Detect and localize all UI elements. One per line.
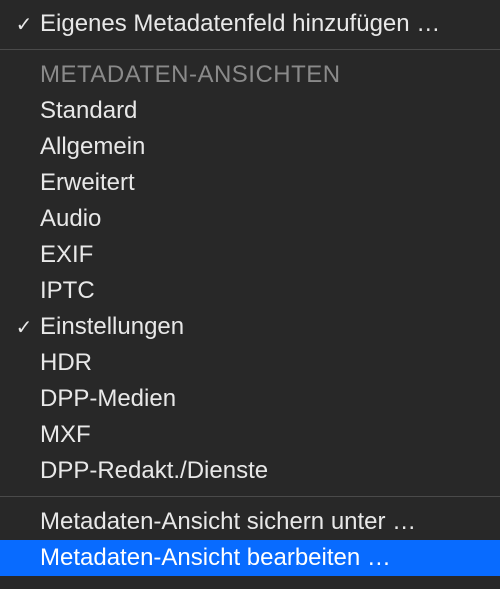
menu-item-view-mxf[interactable]: MXF xyxy=(0,417,500,453)
menu-item-save-view-as[interactable]: Metadaten-Ansicht sichern unter … xyxy=(0,504,500,540)
menu-item-view-exif[interactable]: EXIF xyxy=(0,237,500,273)
menu-item-view-dpp-redakt[interactable]: DPP-Redakt./Dienste xyxy=(0,453,500,489)
menu-item-view-hdr[interactable]: HDR xyxy=(0,345,500,381)
menu-item-label: MXF xyxy=(40,421,91,449)
menu-item-label: DPP-Medien xyxy=(40,385,176,413)
menu-item-label: Audio xyxy=(40,205,101,233)
menu-item-label: EXIF xyxy=(40,241,93,269)
section-header-metadata-views: METADATEN-ANSICHTEN xyxy=(0,57,500,93)
checkmark-icon: ✓ xyxy=(8,315,40,340)
section-header-label: METADATEN-ANSICHTEN xyxy=(40,61,341,89)
menu-item-label: Erweitert xyxy=(40,169,135,197)
menu-item-view-dpp-medien[interactable]: DPP-Medien xyxy=(0,381,500,417)
menu-item-label: Allgemein xyxy=(40,133,145,161)
menu-item-label: Metadaten-Ansicht bearbeiten … xyxy=(40,544,391,572)
menu-item-view-audio[interactable]: Audio xyxy=(0,201,500,237)
menu-item-view-einstellungen[interactable]: ✓ Einstellungen xyxy=(0,309,500,345)
menu-item-label: IPTC xyxy=(40,277,95,305)
menu-item-label: Metadaten-Ansicht sichern unter … xyxy=(40,508,416,536)
menu-item-view-allgemein[interactable]: Allgemein xyxy=(0,129,500,165)
menu-item-view-iptc[interactable]: IPTC xyxy=(0,273,500,309)
menu-item-label: Einstellungen xyxy=(40,313,184,341)
menu-item-label: Eigenes Metadatenfeld hinzufügen … xyxy=(40,10,440,38)
checkmark-icon: ✓ xyxy=(8,12,40,37)
separator xyxy=(0,496,500,497)
menu-item-add-custom-field[interactable]: ✓ Eigenes Metadatenfeld hinzufügen … xyxy=(0,6,500,42)
menu-item-view-standard[interactable]: Standard xyxy=(0,93,500,129)
menu-item-label: HDR xyxy=(40,349,92,377)
menu-item-view-erweitert[interactable]: Erweitert xyxy=(0,165,500,201)
context-menu: ✓ Eigenes Metadatenfeld hinzufügen … MET… xyxy=(0,0,500,576)
menu-item-edit-view[interactable]: Metadaten-Ansicht bearbeiten … xyxy=(0,540,500,576)
separator xyxy=(0,49,500,50)
menu-item-label: Standard xyxy=(40,97,137,125)
menu-item-label: DPP-Redakt./Dienste xyxy=(40,457,268,485)
